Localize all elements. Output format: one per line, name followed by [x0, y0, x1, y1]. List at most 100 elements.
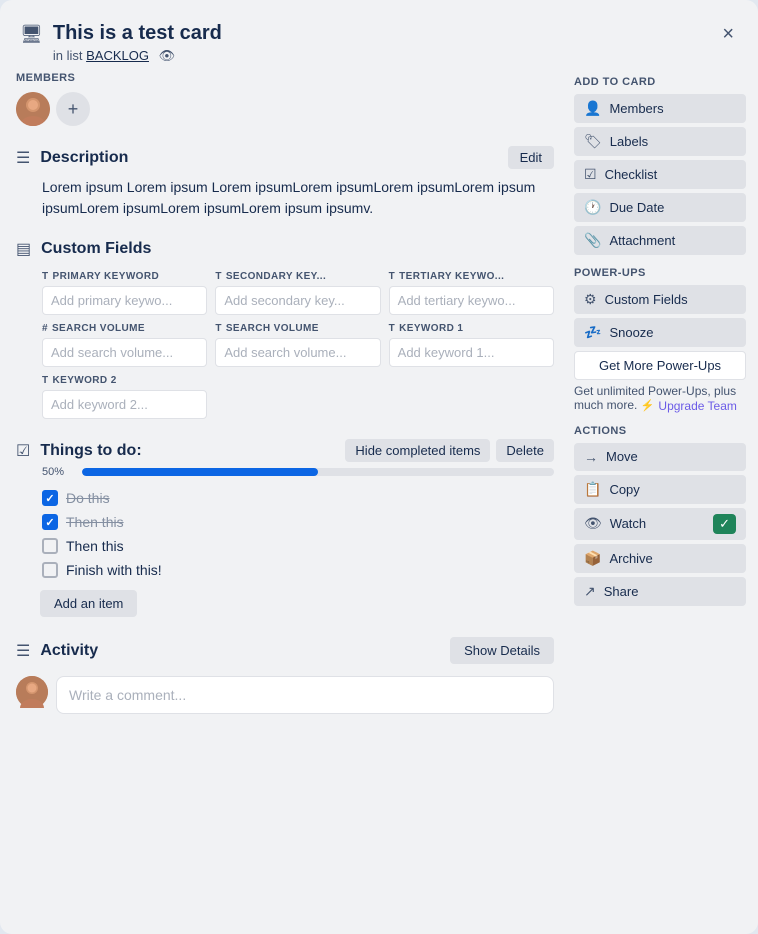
checklist-icon: ☑ [16, 441, 30, 461]
field-type-icon-6: T [42, 375, 49, 386]
checklist-checkbox-0[interactable] [42, 490, 58, 506]
sidebar-attachment-button[interactable]: 📎 Attachment [574, 226, 746, 255]
progress-label: 50% [42, 466, 74, 478]
field-input-6[interactable]: Add keyword 2... [42, 390, 207, 419]
delete-checklist-button[interactable]: Delete [496, 439, 554, 462]
checklist-checkbox-3[interactable] [42, 562, 58, 578]
show-details-button[interactable]: Show Details [450, 637, 554, 664]
custom-fields-header: ▤ Custom Fields [16, 239, 554, 259]
upgrade-link[interactable]: ⚡ Upgrade Team [641, 399, 737, 413]
sidebar-members-button[interactable]: 👤 Members [574, 94, 746, 123]
sidebar-snooze-button[interactable]: 💤 Snooze [574, 318, 746, 347]
copy-sidebar-icon: 📋 [584, 481, 601, 498]
checklist-actions: Hide completed items Delete [345, 439, 554, 462]
members-row: + [16, 92, 554, 126]
sidebar-copy-button[interactable]: 📋 Copy [574, 475, 746, 504]
field-type-icon-0: T [42, 271, 49, 282]
field-label-3: # SEARCH VOLUME [42, 323, 207, 334]
modal-header: 🖥 This is a test card in list BACKLOG 👁 … [0, 0, 758, 72]
share-sidebar-label: Share [604, 584, 736, 599]
sidebar-watch-button[interactable]: 👁 Watch ✓ [574, 508, 746, 540]
field-type-icon-1: T [215, 271, 222, 282]
field-input-4[interactable]: Add search volume... [215, 338, 380, 367]
get-more-power-ups-button[interactable]: Get More Power-Ups [574, 351, 746, 380]
checklist-header: ☑ Things to do: Hide completed items Del… [16, 439, 554, 462]
activity-icon: ☰ [16, 641, 30, 661]
checklist-header-left: ☑ Things to do: [16, 441, 335, 461]
comment-avatar [16, 676, 48, 708]
field-label-5: T KEYWORD 1 [389, 323, 554, 334]
description-section: ☰ Description Edit Lorem ipsum Lorem ips… [16, 146, 554, 219]
comment-placeholder: Write a comment... [69, 687, 186, 703]
description-icon: ☰ [16, 148, 30, 168]
sidebar-checklist-button[interactable]: ☑ Checklist [574, 160, 746, 189]
field-type-icon-5: T [389, 323, 396, 334]
archive-sidebar-label: Archive [609, 551, 736, 566]
labels-sidebar-label: Labels [610, 134, 736, 149]
field-input-5[interactable]: Add keyword 1... [389, 338, 554, 367]
comment-input[interactable]: Write a comment... [56, 676, 554, 714]
custom-fields-title: Custom Fields [41, 240, 151, 258]
custom-fields-row-2: # SEARCH VOLUME Add search volume... T S… [16, 323, 554, 367]
add-item-button[interactable]: Add an item [40, 590, 137, 617]
field-input-3[interactable]: Add search volume... [42, 338, 207, 367]
sidebar-move-button[interactable]: → Move [574, 443, 746, 471]
actions-label: ACTIONS [574, 425, 746, 437]
activity-section: ☰ Activity Show Details Write a [16, 637, 554, 714]
sidebar-column: ADD TO CARD 👤 Members 🏷 Labels ☑ Checkli… [570, 72, 750, 914]
sidebar-custom-fields-button[interactable]: ⚙ Custom Fields [574, 285, 746, 314]
field-label-1: T SECONDARY KEY... [215, 271, 380, 282]
field-label-2: T TERTIARY KEYWO... [389, 271, 554, 282]
custom-fields-icon: ▤ [16, 239, 31, 259]
edit-description-button[interactable]: Edit [508, 146, 554, 169]
upgrade-label: Upgrade Team [658, 399, 737, 413]
sidebar-duedate-button[interactable]: 🕐 Due Date [574, 193, 746, 222]
field-input-0[interactable]: Add primary keywo... [42, 286, 207, 315]
checklist-item-2: Then this [42, 534, 554, 558]
checklist-checkbox-2[interactable] [42, 538, 58, 554]
member-avatar[interactable] [16, 92, 50, 126]
upgrade-row: Get unlimited Power-Ups, plus much more.… [574, 384, 746, 413]
sidebar-share-button[interactable]: ↗ Share [574, 577, 746, 606]
list-link[interactable]: BACKLOG [86, 48, 149, 63]
checklist-item-0: Do this [42, 486, 554, 510]
upgrade-icon: ⚡ [641, 399, 655, 412]
field-label-6: T KEYWORD 2 [42, 375, 207, 386]
field-input-2[interactable]: Add tertiary keywo... [389, 286, 554, 315]
share-sidebar-icon: ↗ [584, 583, 596, 600]
progress-bar-fill [82, 468, 318, 476]
card-title: This is a test card [53, 20, 708, 46]
checklist-checkbox-1[interactable] [42, 514, 58, 530]
field-label-0: T PRIMARY KEYWORD [42, 271, 207, 282]
duedate-sidebar-icon: 🕐 [584, 199, 601, 216]
comment-row: Write a comment... [16, 676, 554, 714]
custom-field-4: T SEARCH VOLUME Add search volume... [215, 323, 380, 367]
progress-row: 50% [16, 466, 554, 478]
field-label-4: T SEARCH VOLUME [215, 323, 380, 334]
members-label: MEMBERS [16, 72, 554, 84]
custom-field-6: T KEYWORD 2 Add keyword 2... [42, 375, 207, 419]
custom-fields-row-1: T PRIMARY KEYWORD Add primary keywo... T… [16, 271, 554, 315]
watch-icon[interactable]: 👁 [159, 48, 176, 64]
custom-field-5: T KEYWORD 1 Add keyword 1... [389, 323, 554, 367]
checklist-item-text-0: Do this [66, 490, 110, 506]
attachment-sidebar-icon: 📎 [584, 232, 601, 249]
checklist-items: Do this Then this Then this Finish with … [16, 486, 554, 582]
activity-header: ☰ Activity Show Details [16, 637, 554, 664]
field-input-1[interactable]: Add secondary key... [215, 286, 380, 315]
checklist-title: Things to do: [40, 442, 141, 460]
checklist-item-text-2: Then this [66, 538, 124, 554]
copy-sidebar-label: Copy [609, 482, 736, 497]
get-more-power-ups-label: Get More Power-Ups [585, 358, 735, 373]
checklist-item-3: Finish with this! [42, 558, 554, 582]
field-type-icon-2: T [389, 271, 396, 282]
snooze-sidebar-icon: 💤 [584, 324, 601, 341]
add-member-button[interactable]: + [56, 92, 90, 126]
sidebar-labels-button[interactable]: 🏷 Labels [574, 127, 746, 156]
subtitle-prefix: in list [53, 48, 83, 63]
progress-bar-bg [82, 468, 554, 476]
sidebar-archive-button[interactable]: 📦 Archive [574, 544, 746, 573]
hide-completed-button[interactable]: Hide completed items [345, 439, 490, 462]
close-button[interactable]: × [718, 20, 738, 48]
watch-check-icon: ✓ [713, 514, 736, 534]
